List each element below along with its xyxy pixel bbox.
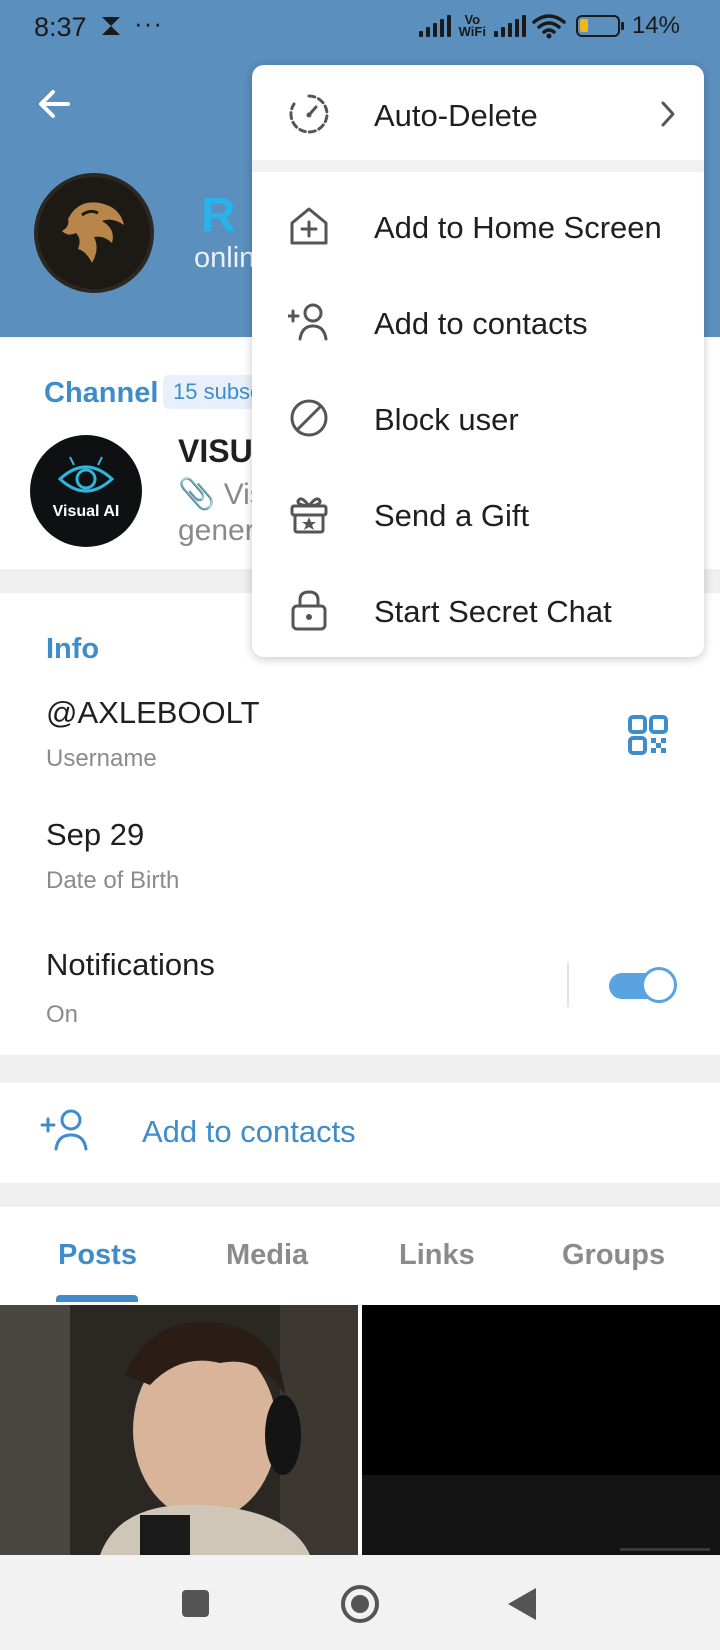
channel-avatar[interactable]: Visual AI	[30, 435, 142, 547]
menu-item-label: Start Secret Chat	[374, 594, 612, 629]
overflow-menu: Auto-Delete Add to Home Screen Add to co…	[252, 65, 704, 657]
section-separator	[0, 1055, 720, 1083]
profile-name: R	[201, 189, 236, 242]
back-button[interactable]	[508, 1588, 536, 1620]
menu-item-auto-delete[interactable]: Auto-Delete	[252, 73, 704, 153]
menu-item-add-to-contacts[interactable]: Add to contacts	[252, 281, 704, 361]
battery-percent: 14%	[631, 12, 680, 39]
hourglass-icon	[102, 17, 120, 35]
notifications-state: On	[46, 1001, 79, 1028]
signal-icon	[493, 15, 526, 37]
qr-code-icon[interactable]	[628, 715, 668, 755]
dob-label: Date of Birth	[46, 867, 180, 894]
dob-value[interactable]: Sep 29	[46, 817, 144, 853]
home-button[interactable]	[341, 1585, 379, 1623]
tab-media[interactable]: Media	[226, 1239, 308, 1272]
add-user-icon	[40, 1109, 88, 1151]
wifi-icon	[532, 14, 566, 39]
lock-icon	[291, 590, 327, 631]
gift-icon	[290, 497, 328, 534]
divider	[567, 963, 569, 1007]
notifications-title[interactable]: Notifications	[46, 947, 215, 983]
eye-logo-icon	[57, 456, 115, 493]
username-label: Username	[46, 745, 157, 772]
add-to-contacts-row[interactable]: Add to contacts	[0, 1083, 720, 1183]
chevron-right-icon	[661, 101, 675, 127]
menu-separator	[252, 160, 704, 172]
menu-item-label: Auto-Delete	[374, 98, 538, 133]
person-thumbnail-image	[0, 1305, 358, 1555]
add-to-contacts-label: Add to contacts	[142, 1114, 356, 1149]
battery-icon	[575, 15, 624, 37]
menu-item-label: Add to Home Screen	[374, 210, 662, 245]
menu-item-label: Send a Gift	[374, 498, 530, 533]
status-time: 8:37	[34, 12, 87, 42]
block-icon	[290, 399, 328, 437]
channel-avatar-label: Visual AI	[52, 503, 120, 520]
media-thumbnail-person[interactable]	[0, 1305, 358, 1555]
media-tabs: Posts Media Links Groups	[0, 1207, 720, 1302]
media-thumbnail-video[interactable]	[362, 1305, 720, 1555]
recent-apps-button[interactable]	[182, 1590, 209, 1617]
menu-item-label: Add to contacts	[374, 306, 588, 341]
signal-icon	[418, 15, 451, 37]
menu-item-block-user[interactable]: Block user	[252, 377, 704, 457]
info-section: Info @AXLEBOOLT Username Sep 29 Date of …	[0, 593, 720, 1055]
status-more-dots: ···	[134, 8, 163, 38]
dragon-logo-icon	[62, 202, 124, 263]
username-value[interactable]: @AXLEBOOLT	[46, 695, 260, 731]
profile-avatar[interactable]	[34, 173, 154, 293]
profile-status: onlin	[194, 242, 256, 274]
status-indicators: Vo WiFi 14%	[418, 12, 680, 40]
menu-item-start-secret-chat[interactable]: Start Secret Chat	[252, 569, 704, 649]
back-arrow-icon[interactable]	[34, 84, 74, 124]
menu-item-add-to-home-screen[interactable]: Add to Home Screen	[252, 185, 704, 265]
channel-name: VISU	[178, 433, 253, 469]
notifications-toggle[interactable]	[609, 967, 677, 1003]
channel-section-title: Channel	[44, 377, 159, 409]
tab-groups[interactable]: Groups	[562, 1239, 665, 1272]
section-separator	[0, 1183, 720, 1207]
timer-icon	[289, 94, 329, 134]
system-navigation-bar	[0, 1555, 720, 1650]
status-bar: 8:37 ··· Vo WiFi 14%	[0, 0, 720, 56]
add-user-icon	[288, 303, 328, 341]
tab-posts[interactable]: Posts	[58, 1239, 137, 1272]
add-home-icon	[290, 207, 328, 245]
menu-item-label: Block user	[374, 402, 519, 437]
vowifi-indicator: Vo WiFi	[458, 12, 486, 39]
tab-links[interactable]: Links	[399, 1239, 475, 1272]
active-tab-indicator	[56, 1295, 138, 1302]
info-title: Info	[46, 633, 100, 665]
menu-item-send-gift[interactable]: Send a Gift	[252, 473, 704, 553]
